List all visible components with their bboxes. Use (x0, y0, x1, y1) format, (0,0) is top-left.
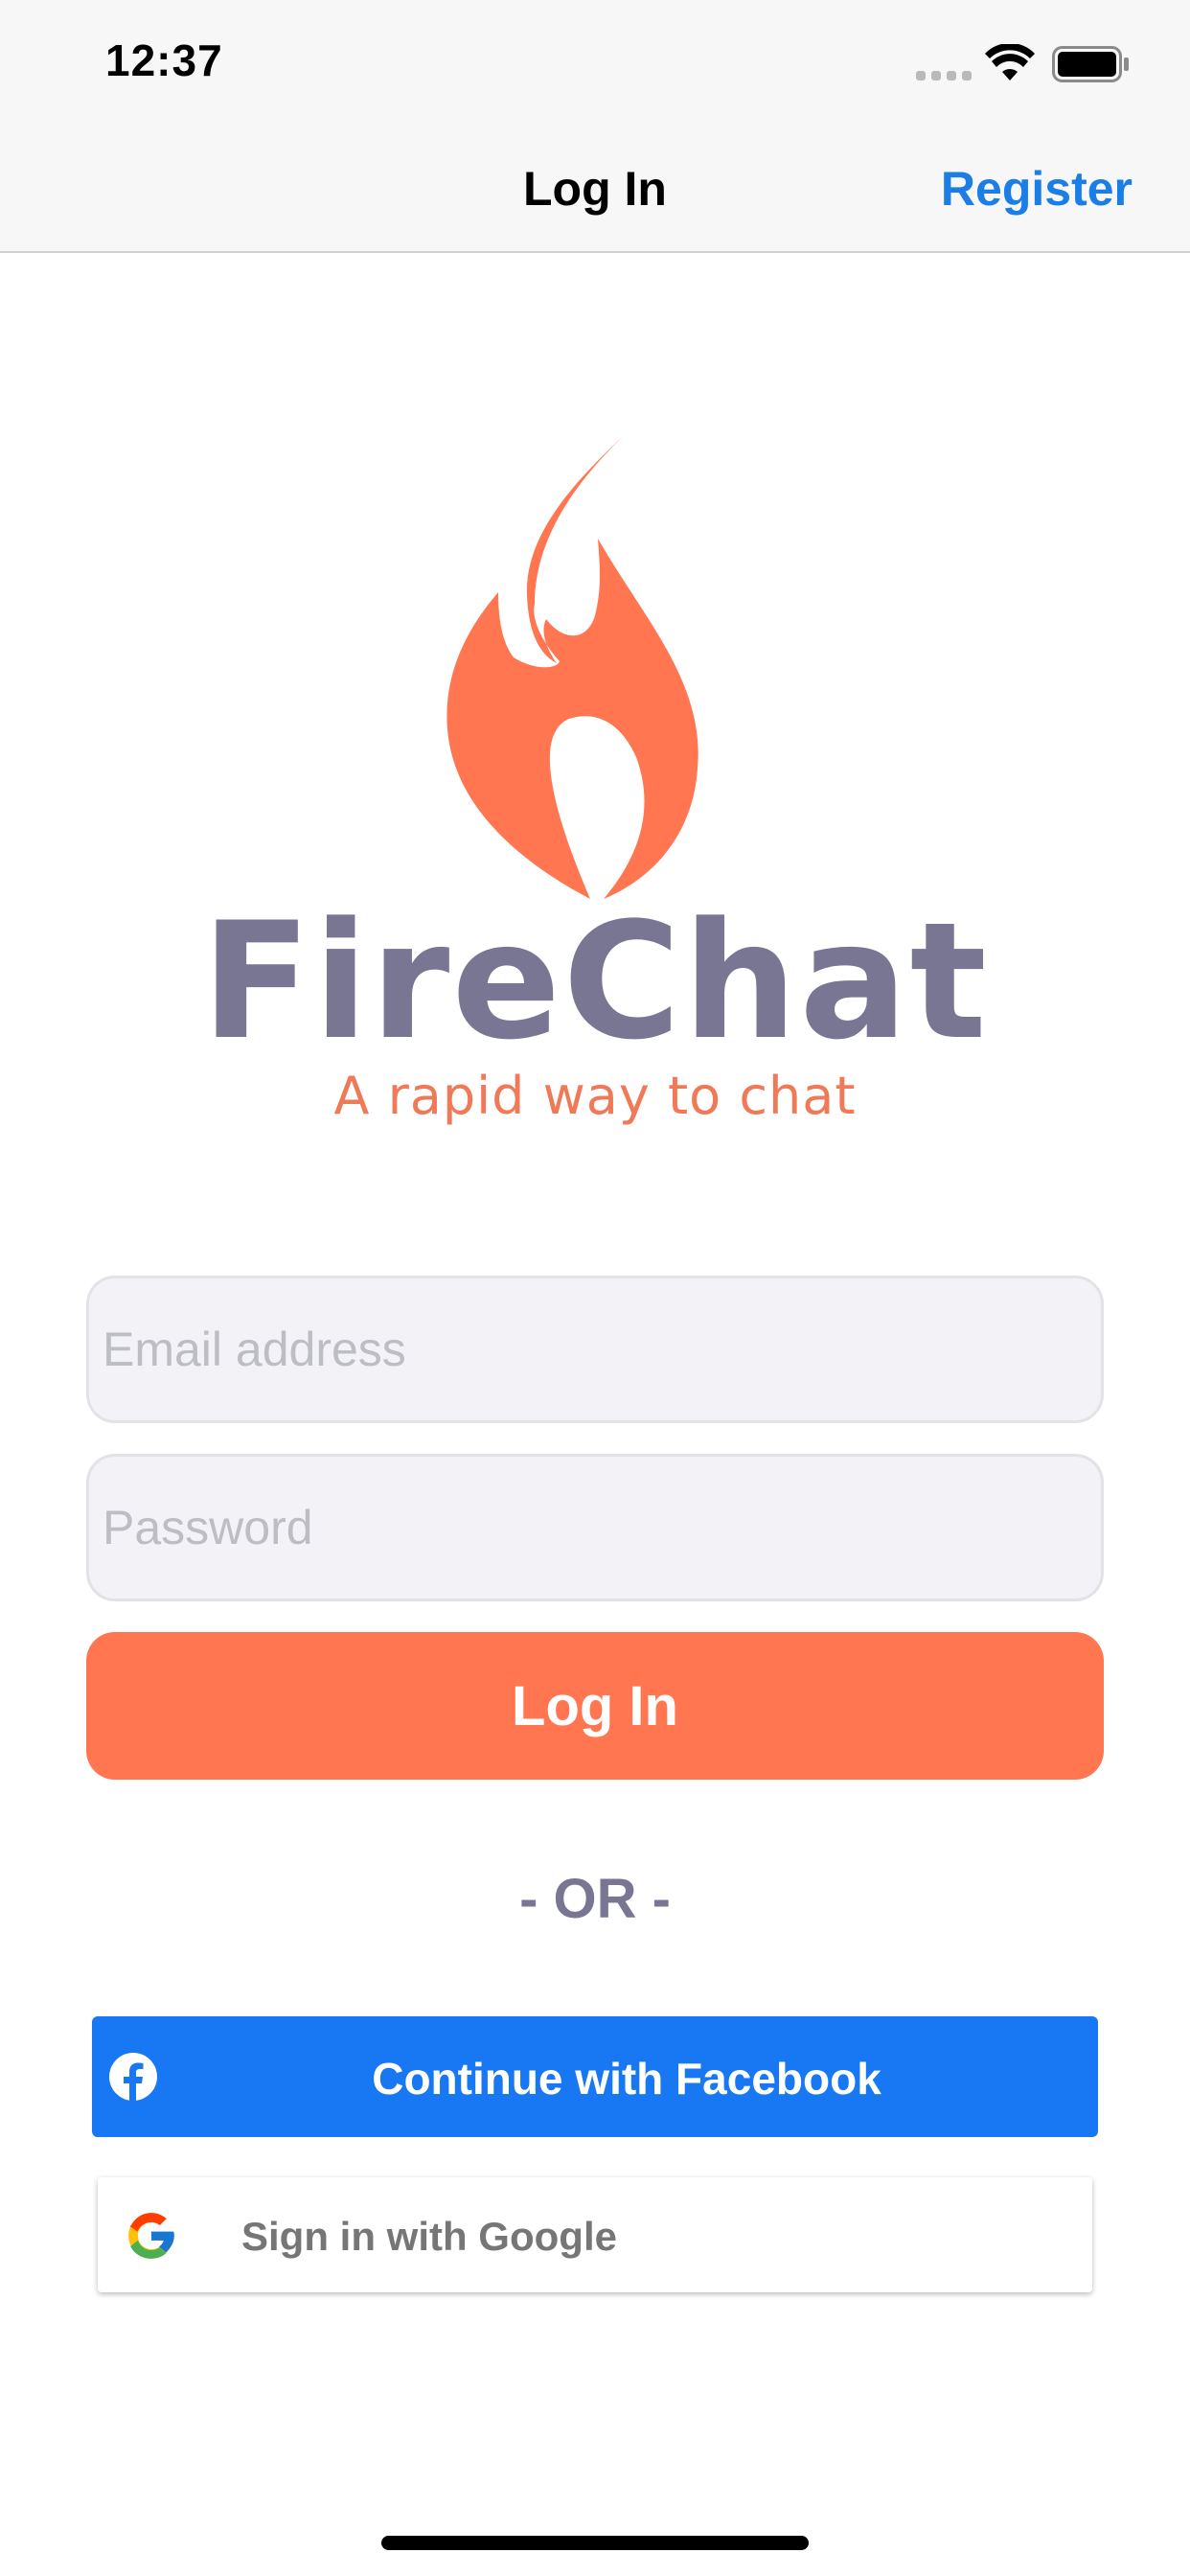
or-divider: - OR - (519, 1868, 671, 1930)
google-signin-button[interactable]: Sign in with Google (98, 2177, 1092, 2292)
register-button[interactable]: Register (941, 161, 1133, 217)
email-field[interactable] (86, 1276, 1104, 1423)
app-tagline: A rapid way to chat (333, 1066, 857, 1126)
login-screen: 12:37 Log In Register FireChat A rapid w… (0, 0, 1190, 2576)
app-wordmark: FireChat (201, 887, 989, 1075)
login-button[interactable]: Log In (86, 1632, 1104, 1780)
password-field[interactable] (86, 1454, 1104, 1601)
google-button-label: Sign in with Google (241, 2214, 617, 2259)
navigation-bar: Log In Register (0, 126, 1190, 253)
battery-icon (1052, 46, 1129, 82)
facebook-button-label: Continue with Facebook (372, 2054, 881, 2104)
status-time: 12:37 (105, 35, 223, 85)
facebook-login-button[interactable]: Continue with Facebook (92, 2016, 1098, 2137)
flame-logo-icon (446, 433, 698, 899)
wifi-icon (985, 44, 1035, 80)
google-icon (128, 2213, 174, 2259)
status-bar: 12:37 (0, 0, 1190, 126)
cellular-signal-icon (916, 71, 972, 80)
home-indicator (381, 2536, 809, 2550)
